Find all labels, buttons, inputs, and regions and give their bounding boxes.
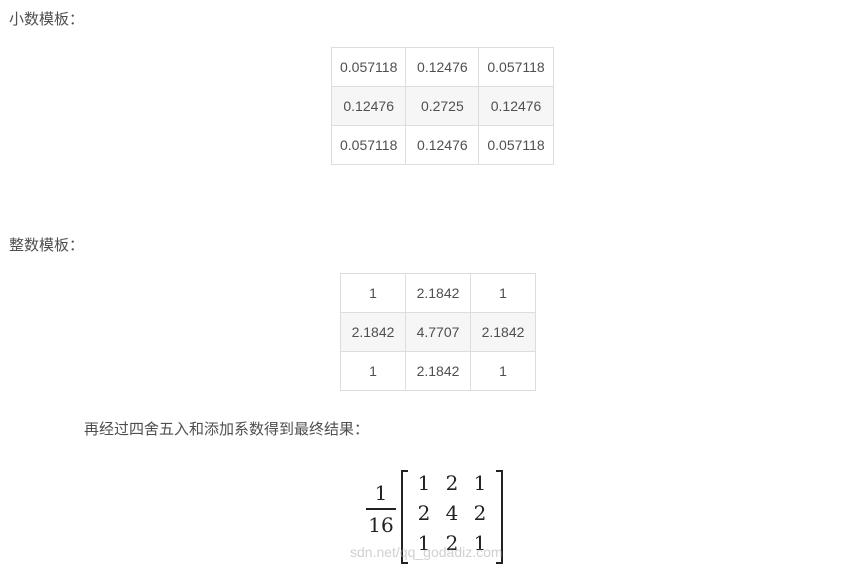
table-cell: 1 — [470, 273, 536, 313]
table-cell: 2.1842 — [405, 273, 471, 313]
matrix-row: 2 4 2 — [410, 498, 494, 528]
matrix-row: 1 2 1 — [410, 468, 494, 498]
table-cell: 2.1842 — [405, 351, 471, 391]
fraction-denominator: 16 — [368, 512, 394, 537]
table-row: 0.12476 0.2725 0.12476 — [330, 86, 554, 126]
table-cell: 0.12476 — [330, 86, 407, 126]
table-cell: 4.7707 — [405, 312, 471, 352]
table-row: 1 2.1842 1 — [340, 273, 536, 313]
table-cell: 0.057118 — [478, 47, 554, 87]
table-cell: 0.057118 — [330, 125, 407, 165]
decimal-template-label: 小数模板： — [9, 10, 85, 28]
matrix-cell: 2 — [417, 501, 431, 525]
table-row: 2.1842 4.7707 2.1842 — [340, 312, 536, 352]
fraction-numerator: 1 — [374, 481, 388, 505]
table-cell: 1 — [470, 351, 536, 391]
table-cell: 2.1842 — [470, 312, 536, 352]
decimal-template-table: 0.057118 0.12476 0.057118 0.12476 0.2725… — [330, 47, 554, 165]
matrix-cell: 4 — [445, 501, 459, 525]
matrix-cell: 2 — [473, 501, 487, 525]
table-cell: 0.12476 — [478, 86, 554, 126]
table-cell: 0.057118 — [478, 125, 554, 165]
table-cell: 1 — [340, 351, 406, 391]
table-row: 0.057118 0.12476 0.057118 — [330, 125, 554, 165]
table-row: 0.057118 0.12476 0.057118 — [330, 47, 554, 87]
integer-template-label: 整数模板： — [9, 236, 85, 254]
table-cell: 2.1842 — [340, 312, 406, 352]
matrix-cell: 2 — [445, 471, 459, 495]
table-cell: 0.2725 — [405, 86, 480, 126]
coefficient-fraction: 1 16 — [366, 480, 396, 538]
matrix-cell: 1 — [473, 471, 487, 495]
table-row: 1 2.1842 1 — [340, 351, 536, 391]
final-result-label: 再经过四舍五入和添加系数得到最终结果： — [84, 420, 370, 438]
matrix-cell: 1 — [417, 471, 431, 495]
table-cell: 1 — [340, 273, 406, 313]
table-cell: 0.12476 — [405, 125, 480, 165]
table-cell: 0.12476 — [405, 47, 480, 87]
fraction-bar — [366, 508, 396, 510]
watermark: sdn.net/qq_godadiz.com — [350, 544, 503, 560]
integer-template-table: 1 2.1842 1 2.1842 4.7707 2.1842 1 2.1842… — [340, 273, 536, 391]
table-cell: 0.057118 — [330, 47, 407, 87]
